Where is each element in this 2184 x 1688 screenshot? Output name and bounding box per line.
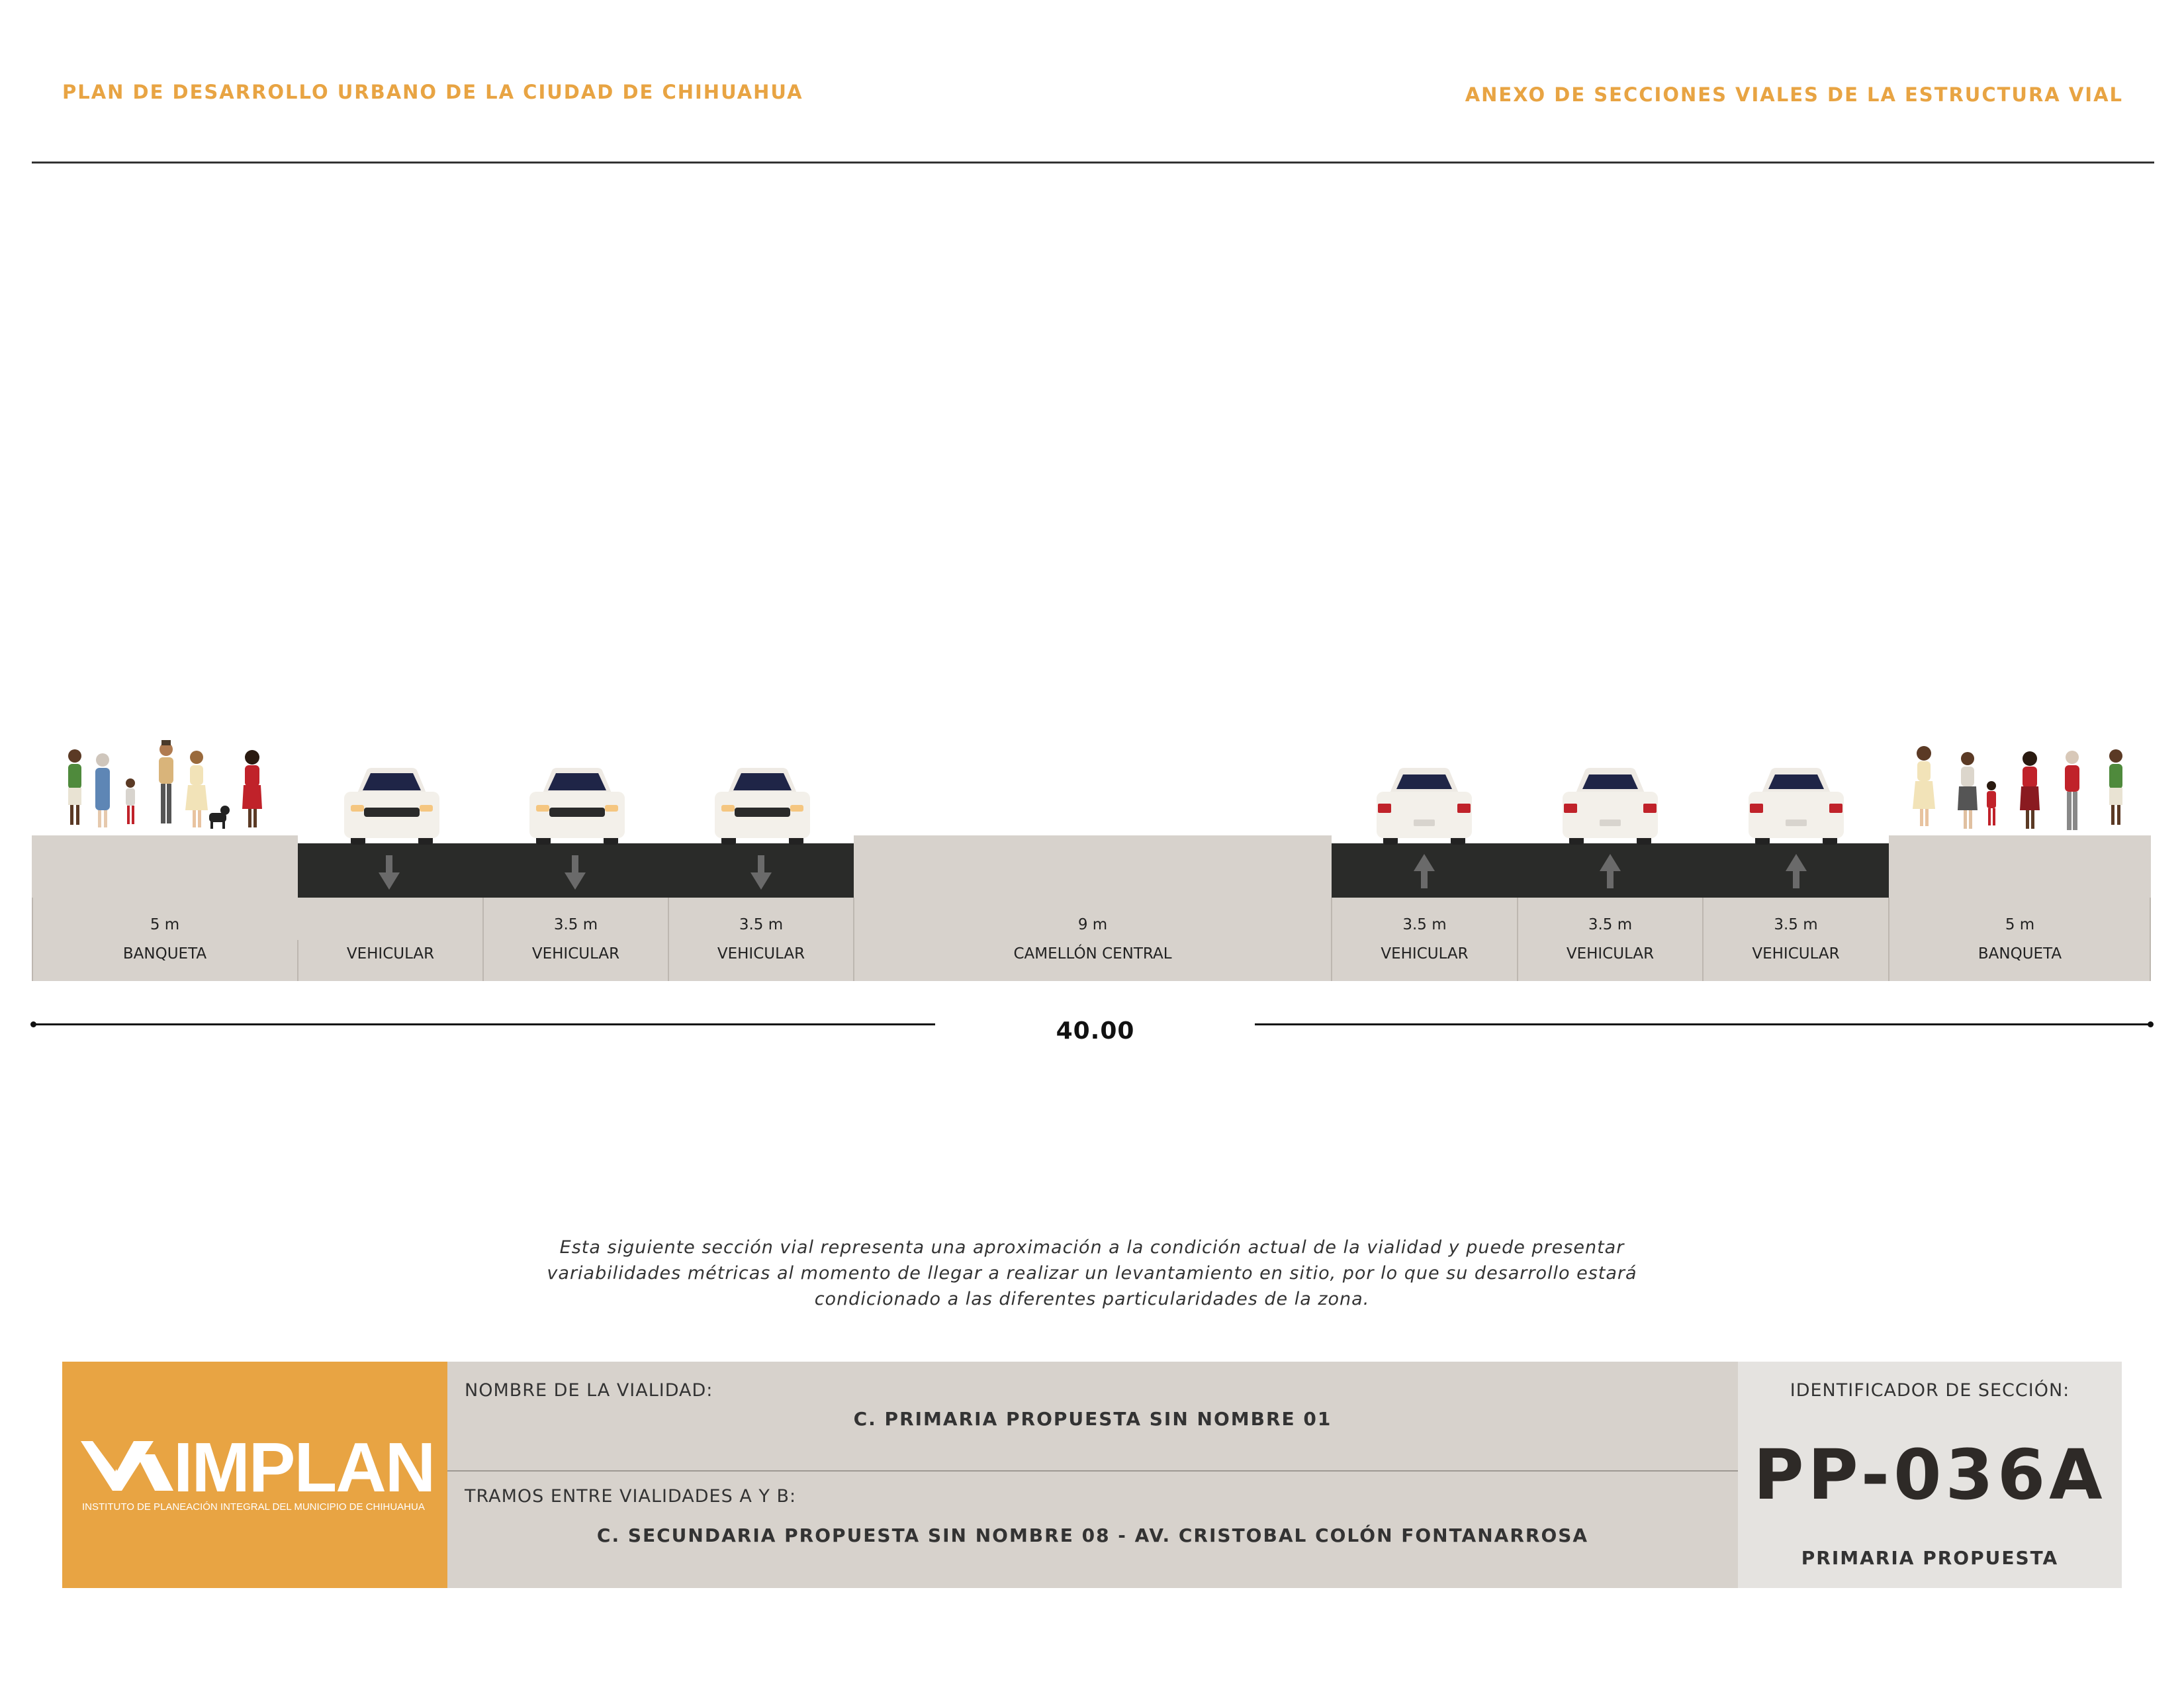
road-name-label: NOMBRE DE LA VIALIDAD:: [465, 1380, 713, 1401]
lane-width: 5 m: [150, 916, 180, 933]
pedestrian-icon: [2020, 751, 2040, 829]
lane-name: VEHICULAR: [1381, 945, 1469, 962]
lane-width: 3.5 m: [1588, 916, 1633, 933]
lane-separator: [297, 940, 298, 981]
note-line: condicionado a las diferentes particular…: [814, 1289, 1370, 1309]
total-width-label: 40.00: [1056, 1017, 1135, 1045]
lane-width: 3.5 m: [739, 916, 784, 933]
lane-median: 9 m CAMELLÓN CENTRAL: [854, 898, 1332, 981]
pedestrian-icon: [2109, 749, 2122, 825]
sidewalk-right: [1889, 835, 2151, 898]
pedestrian-icon: [126, 778, 135, 824]
lane-separator: [853, 898, 854, 981]
lane-vehicular-5: 3.5 m VEHICULAR: [1518, 898, 1703, 981]
dimension-line-right: [1255, 1023, 2151, 1025]
road-name-value: C. PRIMARIA PROPUESTA SIN NOMBRE 01: [853, 1408, 1332, 1430]
car-front-icon: [715, 768, 810, 845]
dimension-line-left: [33, 1023, 935, 1025]
lane-width: 3.5 m: [1774, 916, 1818, 933]
lane-vehicular-2: 3.5 m VEHICULAR: [483, 898, 668, 981]
lane-name: VEHICULAR: [1566, 945, 1655, 962]
car-rear-icon: [1563, 768, 1658, 845]
lane-separator: [1517, 898, 1518, 981]
pedestrian-icon: [1958, 752, 1978, 829]
pedestrian-icon: [95, 753, 110, 827]
note-line: Esta siguiente sección vial representa u…: [559, 1237, 1625, 1258]
median: [854, 835, 1332, 898]
car-rear-icon: [1749, 768, 1844, 845]
pedestrian-icon: [1913, 746, 1935, 826]
lane-separator: [1702, 898, 1704, 981]
lane-separator: [668, 898, 669, 981]
implan-logo-mark-icon: [81, 1441, 173, 1491]
car-front-icon: [344, 768, 439, 845]
note-line: variabilidades métricas al momento de ll…: [547, 1263, 1637, 1284]
pedestrian-icon: [1987, 781, 1996, 825]
section-id-panel: IDENTIFICADOR DE SECCIÓN: PP-036A PRIMAR…: [1738, 1362, 2122, 1588]
lane-vehicular-3: 3.5 m VEHICULAR: [668, 898, 854, 981]
pedestrian-icon: [242, 750, 262, 827]
lane-separator: [2150, 898, 2151, 981]
lane-width: 9 m: [1077, 916, 1108, 933]
lane-name: BANQUETA: [122, 945, 207, 962]
dimension-endpoint: [30, 1021, 36, 1027]
lane-vehicular-6: 3.5 m VEHICULAR: [1703, 898, 1889, 981]
lane-name: VEHICULAR: [1752, 945, 1840, 962]
lane-separator: [482, 898, 484, 981]
lane-vehicular-1: VEHICULAR: [298, 898, 483, 981]
pedestrian-icon: [2065, 751, 2079, 830]
car-front-icon: [529, 768, 625, 845]
lane-vehicular-4: 3.5 m VEHICULAR: [1332, 898, 1518, 981]
pedestrian-icon: [68, 749, 81, 825]
disclaimer-note: Esta siguiente sección vial representa u…: [463, 1235, 1721, 1312]
logo-wordmark: IMPLAN: [173, 1429, 435, 1507]
lane-name: VEHICULAR: [717, 945, 805, 962]
lane-separator: [1331, 898, 1332, 981]
dog-icon: [209, 806, 230, 829]
implan-logo-panel: IMPLAN INSTITUTO DE PLANEACIÓN INTEGRAL …: [62, 1362, 447, 1588]
lane-sidewalk-left: 5 m BANQUETA: [32, 898, 298, 981]
section-type: PRIMARIA PROPUESTA: [1801, 1547, 2059, 1569]
lane-separator: [32, 898, 33, 981]
info-divider: [447, 1470, 1738, 1472]
lane-sidewalk-right: 5 m BANQUETA: [1889, 898, 2151, 981]
pedestrian-icon: [159, 740, 173, 823]
lane-width: 5 m: [2005, 916, 2035, 933]
lane-name: BANQUETA: [1978, 945, 2062, 962]
road-info-panel: NOMBRE DE LA VIALIDAD: C. PRIMARIA PROPU…: [447, 1362, 1738, 1588]
lane-separator: [1888, 898, 1889, 981]
dimension-endpoint: [2148, 1021, 2154, 1027]
lane-name: CAMELLÓN CENTRAL: [1013, 945, 1172, 962]
sidewalk-left: [32, 835, 298, 898]
lane-name: VEHICULAR: [346, 945, 435, 962]
section-id-label: IDENTIFICADOR DE SECCIÓN:: [1790, 1380, 2070, 1401]
pedestrian-icon: [185, 751, 208, 827]
lane-width: 3.5 m: [1402, 916, 1447, 933]
lane-width: 3.5 m: [553, 916, 598, 933]
car-rear-icon: [1377, 768, 1472, 845]
lane-name: VEHICULAR: [531, 945, 620, 962]
segment-value: C. SECUNDARIA PROPUESTA SIN NOMBRE 08 - …: [596, 1524, 1589, 1546]
segment-label: TRAMOS ENTRE VIALIDADES A Y B:: [465, 1486, 797, 1507]
logo-subtitle: INSTITUTO DE PLANEACIÓN INTEGRAL DEL MUN…: [82, 1501, 425, 1513]
section-id-value: PP-036A: [1753, 1434, 2107, 1515]
